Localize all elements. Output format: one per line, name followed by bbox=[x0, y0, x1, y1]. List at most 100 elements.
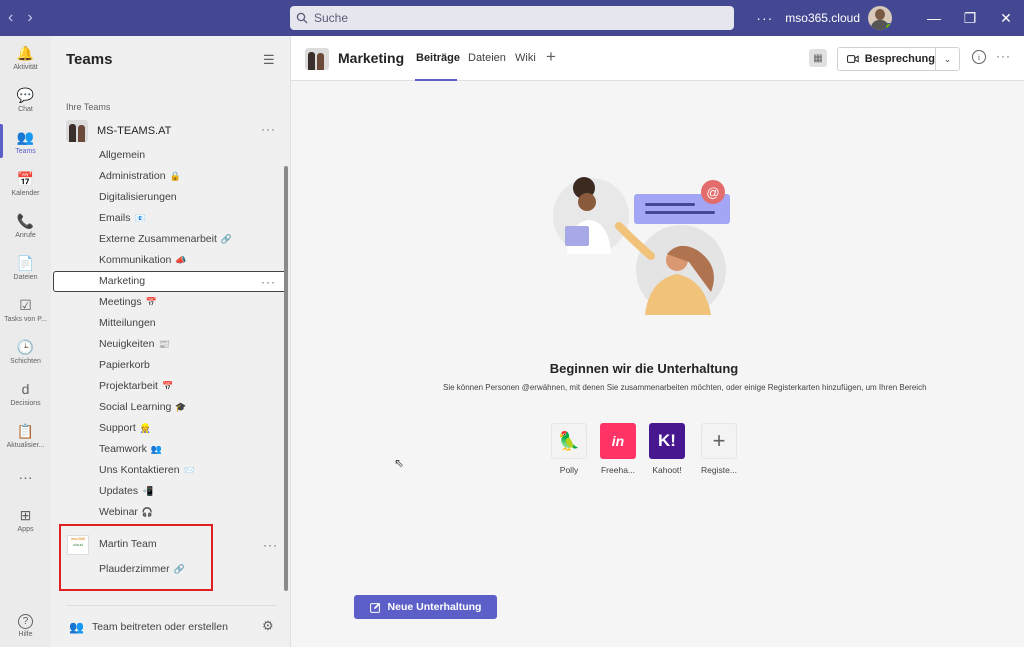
user-avatar[interactable] bbox=[868, 6, 892, 30]
titlebar-right: ··· mso365.cloud — ❐ ✕ bbox=[756, 0, 1024, 36]
add-tab-icon[interactable]: + bbox=[546, 47, 556, 67]
main-content: Marketing Beiträge Dateien Wiki + ▦ Besp… bbox=[291, 36, 1024, 647]
back-arrow-icon[interactable]: ‹ bbox=[8, 9, 13, 27]
rail-item-tasks[interactable]: ☑ Tasks von P... bbox=[0, 296, 51, 324]
rail-item-teams[interactable]: 👥 Teams bbox=[0, 128, 51, 156]
tab-wiki[interactable]: Wiki bbox=[515, 52, 536, 64]
app-tile-kahoot[interactable]: K! Kahoot! bbox=[647, 423, 687, 475]
empty-state-title: Beginnen wir die Unterhaltung bbox=[549, 361, 739, 376]
active-tab-indicator bbox=[415, 79, 457, 81]
selected-channel-highlight: ··· bbox=[53, 271, 287, 292]
team-martin-team[interactable]: Martin Team bbox=[99, 538, 157, 550]
lock-icon: 🔒 bbox=[169, 170, 181, 181]
rail-item-dateien[interactable]: 📄 Dateien bbox=[0, 254, 51, 282]
tasks-icon: ☑ bbox=[19, 296, 32, 313]
channel-item[interactable]: Social Learning 🎓 bbox=[99, 401, 187, 413]
new-conversation-button[interactable]: Neue Unterhaltung bbox=[354, 595, 497, 619]
envelope-icon: 📨 bbox=[183, 464, 195, 475]
meeting-calendar-icon[interactable]: ▦ bbox=[809, 49, 827, 67]
calendar-icon: 📅 bbox=[161, 380, 174, 391]
rail-item-aktivitaet[interactable]: 🔔 Aktivität bbox=[0, 44, 51, 72]
mouse-cursor-icon: ⇖ bbox=[394, 456, 405, 470]
compose-icon bbox=[369, 602, 380, 613]
search-bar[interactable]: Suche bbox=[290, 6, 734, 30]
rail-item-kalender[interactable]: 📅 Kalender bbox=[0, 170, 51, 198]
channel-item[interactable]: Mitteilungen bbox=[99, 317, 156, 329]
channel-item[interactable]: Uns Kontaktieren 📨 bbox=[99, 464, 195, 476]
minimize-button[interactable]: — bbox=[916, 0, 952, 36]
meeting-button[interactable]: Besprechung ⌄ bbox=[837, 47, 960, 71]
rail-item-schichten[interactable]: 🕒 Schichten bbox=[0, 338, 51, 366]
channel-item[interactable]: Meetings 📅 bbox=[99, 296, 157, 308]
channel-item[interactable]: Neuigkeiten 📰 bbox=[99, 338, 170, 350]
more-options-icon[interactable]: ··· bbox=[996, 49, 1011, 63]
channel-item[interactable]: Webinar 🎧 bbox=[99, 506, 153, 518]
info-icon[interactable]: i bbox=[972, 50, 986, 64]
app-rail: 🔔 Aktivität 💬 Chat 👥 Teams 📅 Kalender 📞 Anruf… bbox=[0, 36, 51, 647]
channel-item[interactable]: Support 👷 bbox=[99, 422, 151, 434]
close-button[interactable]: ✕ bbox=[988, 0, 1024, 36]
channel-item[interactable]: Digitalisierungen bbox=[99, 191, 177, 203]
team-avatar bbox=[66, 120, 88, 142]
calendar-icon: 📅 bbox=[145, 296, 157, 307]
rail-item-apps[interactable]: ⊞ Apps bbox=[0, 506, 51, 534]
rail-item-anrufe[interactable]: 📞 Anrufe bbox=[0, 212, 51, 240]
channel-header: Marketing Beiträge Dateien Wiki + ▦ Besp… bbox=[291, 36, 1024, 81]
section-label: Ihre Teams bbox=[66, 102, 111, 112]
apps-icon: ⊞ bbox=[19, 506, 32, 523]
team-more-icon[interactable]: ··· bbox=[261, 122, 276, 136]
join-or-create-team[interactable]: 👥 Team beitreten oder erstellen bbox=[69, 620, 228, 634]
more-options-icon[interactable]: ··· bbox=[756, 10, 773, 26]
team-more-icon[interactable]: ··· bbox=[263, 538, 278, 552]
channel-item-marketing[interactable]: Marketing bbox=[99, 275, 145, 287]
team-name: MS-TEAMS.AT bbox=[97, 125, 172, 137]
channel-item[interactable]: Teamwork 👥 bbox=[99, 443, 162, 455]
channel-item-plauderzimmer[interactable]: Plauderzimmer 🔗 bbox=[99, 563, 185, 575]
channel-item[interactable]: Externe Zusammenarbeit 🔗 bbox=[99, 233, 232, 245]
sidebar-scrollbar[interactable] bbox=[284, 166, 288, 591]
meet-now-button[interactable]: Besprechung bbox=[838, 48, 936, 70]
channel-item[interactable]: Kommunikation 📣 bbox=[99, 254, 187, 266]
settings-gear-icon[interactable]: ⚙ bbox=[262, 618, 274, 634]
channel-more-icon[interactable]: ··· bbox=[261, 275, 276, 289]
rail-item-aktualisierungen[interactable]: 📋 Aktualisier... bbox=[0, 422, 51, 450]
clock-icon: 🕒 bbox=[16, 338, 35, 355]
rail-item-hilfe[interactable]: ? Hilfe bbox=[0, 614, 51, 638]
channel-item[interactable]: Papierkorb bbox=[99, 359, 150, 371]
team-avatar-martin: mso365 cloud bbox=[67, 535, 89, 555]
rail-item-decisions[interactable]: d Decisions bbox=[0, 380, 51, 407]
tab-dateien[interactable]: Dateien bbox=[468, 52, 506, 64]
updates-icon: 📋 bbox=[16, 422, 35, 439]
newspaper-icon: 📰 bbox=[158, 338, 170, 349]
megaphone-icon: 📣 bbox=[175, 254, 187, 265]
app-tile-registerkarten[interactable]: + Registe... bbox=[699, 423, 739, 475]
team-ms-teams-at[interactable]: MS-TEAMS.AT ··· bbox=[66, 120, 276, 142]
more-apps-icon: ··· bbox=[18, 469, 33, 485]
conversation-illustration: @ bbox=[553, 177, 730, 315]
channel-item[interactable]: Emails 📧 bbox=[99, 212, 146, 224]
forward-arrow-icon[interactable]: › bbox=[27, 9, 32, 27]
filter-icon[interactable]: ☰ bbox=[263, 52, 275, 68]
channel-item[interactable]: Updates 📲 bbox=[99, 485, 153, 497]
tab-beitraege[interactable]: Beiträge bbox=[416, 52, 460, 64]
search-icon bbox=[296, 12, 308, 24]
tenant-name[interactable]: mso365.cloud bbox=[785, 11, 860, 25]
title-bar: ‹ › Suche ··· mso365.cloud — ❐ ✕ bbox=[0, 0, 1024, 36]
rail-item-chat[interactable]: 💬 Chat bbox=[0, 86, 51, 114]
channel-item[interactable]: Administration 🔒 bbox=[99, 170, 181, 182]
teams-sidebar: Teams ☰ Ihre Teams MS-TEAMS.AT ··· ··· A… bbox=[51, 36, 291, 647]
chevron-down-icon[interactable]: ⌄ bbox=[936, 54, 959, 65]
freehand-icon: in bbox=[600, 423, 636, 459]
channel-item[interactable]: Allgemein bbox=[99, 149, 145, 161]
mobile-icon: 📲 bbox=[142, 485, 154, 496]
team-avatar bbox=[305, 48, 329, 70]
rail-item-more-apps[interactable]: ··· bbox=[0, 468, 51, 488]
channel-item[interactable]: Projektarbeit 📅 bbox=[99, 380, 173, 392]
people-icon: 👥 bbox=[150, 443, 163, 454]
maximize-button[interactable]: ❐ bbox=[952, 0, 988, 36]
app-tile-freehand[interactable]: in Freeha... bbox=[598, 423, 638, 475]
app-tile-polly[interactable]: 🦜 Polly bbox=[549, 423, 589, 475]
teams-icon: 👥 bbox=[16, 128, 35, 145]
svg-text:@: @ bbox=[706, 185, 719, 200]
decisions-icon: d bbox=[21, 381, 30, 397]
